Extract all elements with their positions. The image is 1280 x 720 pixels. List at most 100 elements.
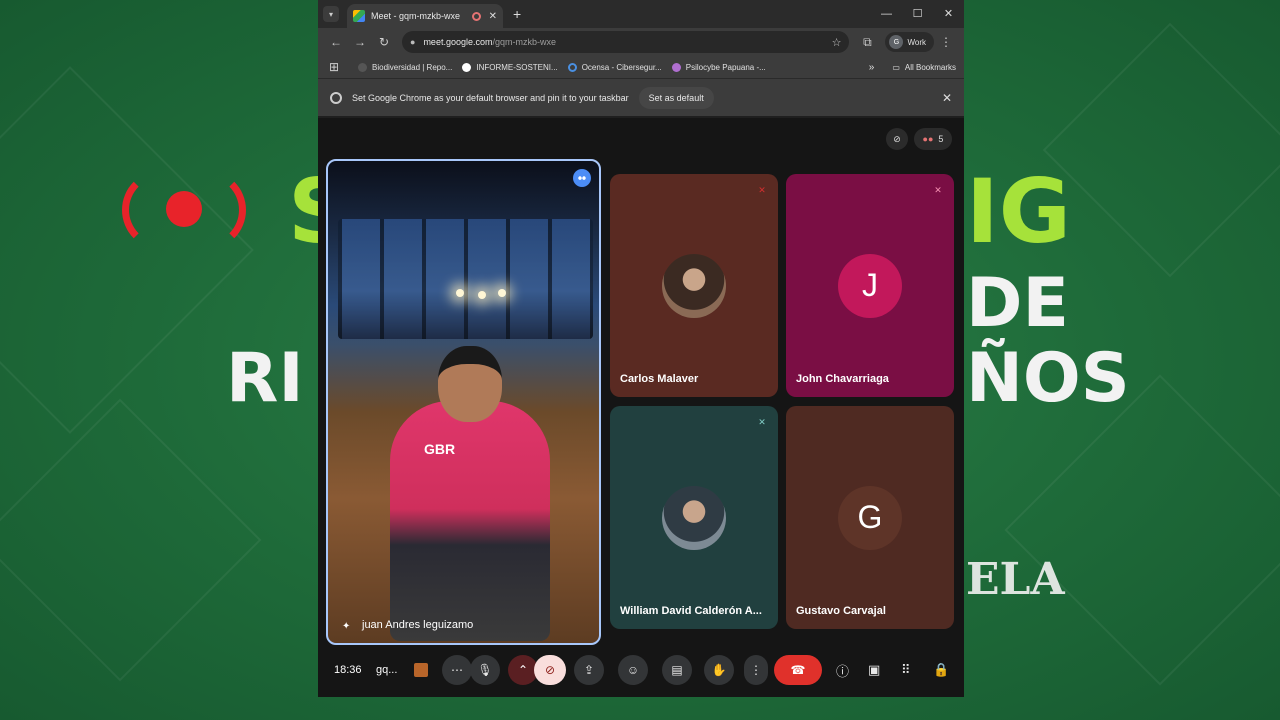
profile-button[interactable]: G Work — [885, 32, 934, 52]
tab-meet[interactable]: Meet - gqm-mzkb-wxe ✕ — [347, 4, 503, 28]
bg-line3-right: ÑOS — [966, 339, 1130, 418]
broadcast-icon — [122, 170, 246, 250]
meeting-time: 18:36 — [334, 664, 362, 676]
bookmark-favicon-icon — [671, 62, 681, 72]
people-icon: ●● — [922, 134, 934, 144]
close-infobar-icon[interactable]: ✕ — [942, 91, 952, 105]
reload-icon[interactable]: ↻ — [372, 35, 396, 49]
companion-mode-icon[interactable] — [414, 663, 428, 677]
participant-name: John Chavarriaga — [796, 373, 889, 385]
participant-video — [390, 401, 550, 641]
bookmark-item[interactable]: Ocensa - Cibersegur... — [567, 62, 662, 72]
bookmark-label: Biodiversidad | Repo... — [372, 62, 453, 72]
participant-count: 5 — [938, 134, 944, 144]
bg-line2-right: DE — [966, 264, 1069, 343]
participant-tile[interactable]: ✕ William David Calderón A... — [610, 406, 778, 629]
more-options-button[interactable]: ⋮ — [744, 655, 768, 685]
forward-icon[interactable]: → — [348, 35, 372, 49]
mic-off-icon: ✕ — [758, 184, 766, 195]
reactions-button[interactable]: ☺ — [618, 655, 648, 685]
bg-line3-left: RI — [226, 339, 304, 418]
mic-icon: ✕ — [758, 416, 766, 427]
back-icon[interactable]: ← — [324, 35, 348, 49]
participant-name: William David Calderón A... — [620, 605, 762, 617]
jacket-logo: GBR — [424, 441, 456, 457]
participant-tile[interactable]: ✕ J John Chavarriaga — [786, 174, 954, 397]
site-info-icon[interactable]: ● — [410, 37, 415, 47]
avatar: G — [838, 485, 902, 550]
close-window-icon[interactable]: ✕ — [933, 0, 964, 28]
chevron-right-icon[interactable]: » — [869, 62, 875, 73]
maximize-icon[interactable]: ☐ — [902, 0, 933, 28]
tab-title: Meet - gqm-mzkb-wxe — [371, 11, 461, 21]
call-controls: 18:36 gq... ⋯ 🎙 ⌃ ⊘ ⇪ ☺ ▤ ✋ ⋮ ☎ ⓘ ▣ ⠿ 🔒 — [318, 652, 964, 688]
minimize-icon[interactable]: — — [871, 0, 902, 28]
tab-bar: ▾ Meet - gqm-mzkb-wxe ✕ + — ☐ ✕ — [318, 0, 964, 28]
bookmark-label: Psilocybe Papuana -... — [685, 62, 766, 72]
participant-name: juan Andres leguizamo — [362, 619, 474, 631]
camera-off-button[interactable]: ⊘ — [534, 655, 566, 685]
chrome-icon — [330, 91, 342, 104]
bookmark-item[interactable]: INFORME-SOSTENI... — [462, 62, 558, 72]
microphone-button[interactable]: 🎙 — [470, 655, 500, 685]
bg-diamond — [1004, 374, 1280, 686]
meeting-code[interactable]: gq... — [376, 664, 397, 676]
speaking-indicator-icon: ⦁⦁ — [573, 169, 591, 187]
apps-grid-icon[interactable]: ⊞ — [326, 60, 342, 74]
url-host: meet.google.com — [423, 37, 493, 47]
activities-grid-icon[interactable]: ⠿ — [901, 662, 911, 678]
chat-icon[interactable]: ▣ — [868, 662, 880, 678]
meeting-info-icon[interactable]: ⓘ — [836, 661, 849, 680]
host-controls-icon[interactable]: 🔒 — [933, 662, 949, 678]
more-mic-options-icon[interactable]: ⋯ — [442, 655, 472, 685]
profile-avatar: G — [889, 35, 904, 49]
mic-off-icon: ✕ — [934, 184, 942, 195]
window-controls: — ☐ ✕ — [871, 0, 964, 28]
bookmarks-bar: ⊞ Biodiversidad | Repo... INFORME-SOSTEN… — [318, 56, 964, 78]
avatar — [662, 485, 726, 550]
all-bookmarks-link[interactable]: All Bookmarks — [905, 63, 956, 72]
bookmark-star-icon[interactable]: ☆ — [832, 36, 842, 49]
bookmarks-overflow: » ▭ All Bookmarks — [869, 62, 956, 73]
default-browser-infobar: Set Google Chrome as your default browse… — [318, 78, 964, 116]
profile-label: Work — [907, 37, 926, 47]
address-bar[interactable]: ● meet.google.com /gqm-mzkb-wxe ☆ — [402, 31, 850, 53]
participant-name: Carlos Malaver — [620, 373, 699, 385]
bookmark-item[interactable]: Biodiversidad | Repo... — [358, 62, 453, 72]
menu-kebab-icon[interactable]: ⋮ — [934, 35, 958, 49]
tab-search-icon[interactable]: ▾ — [323, 6, 339, 22]
present-screen-button[interactable]: ⇪ — [574, 655, 604, 685]
participant-head — [438, 346, 502, 422]
bookmark-label: Ocensa - Cibersegur... — [581, 62, 662, 72]
participant-tile[interactable]: ✕ Carlos Malaver — [610, 174, 778, 397]
url-path: /gqm-mzkb-wxe — [492, 37, 556, 47]
bg-diamond — [0, 398, 262, 682]
bookmark-label: INFORME-SOSTENI... — [476, 62, 558, 72]
recording-indicator-icon — [471, 11, 481, 21]
bg-signature: ELA — [966, 554, 1065, 605]
captions-off-icon[interactable]: ⊘ — [886, 128, 908, 150]
avatar: J — [838, 253, 902, 318]
bg-diamond — [1042, 22, 1280, 278]
set-default-button[interactable]: Set as default — [638, 86, 714, 109]
close-tab-icon[interactable]: ✕ — [489, 11, 497, 22]
participant-tile[interactable]: G Gustavo Carvajal — [786, 406, 954, 629]
pinned-video-tile[interactable]: GBR ⦁⦁ ✦ juan Andres leguizamo — [326, 159, 601, 645]
raise-hand-button[interactable]: ✋ — [704, 655, 734, 685]
new-tab-icon[interactable]: + — [513, 6, 521, 22]
background-window — [338, 219, 593, 339]
bookmark-item[interactable]: Psilocybe Papuana -... — [671, 62, 766, 72]
bg-headline-right: IG — [966, 160, 1071, 263]
browser-toolbar: ← → ↻ ● meet.google.com /gqm-mzkb-wxe ☆ … — [318, 28, 964, 56]
meet-stage: ⊘ ●● 5 GBR ⦁⦁ ✦ juan Andres leguizamo ✕ … — [318, 118, 964, 697]
browser-window: ▾ Meet - gqm-mzkb-wxe ✕ + — ☐ ✕ ← → ↻ ● … — [318, 0, 964, 697]
infobar-message: Set Google Chrome as your default browse… — [352, 92, 629, 103]
avatar — [662, 253, 726, 318]
extensions-icon[interactable]: ⧉ — [855, 35, 879, 50]
meet-favicon-icon — [353, 10, 365, 22]
leave-call-button[interactable]: ☎ — [774, 655, 822, 685]
captions-button[interactable]: ▤ — [662, 655, 692, 685]
participants-button[interactable]: ●● 5 — [914, 128, 952, 150]
pin-icon[interactable]: ✦ — [342, 621, 350, 632]
bookmark-favicon-icon — [358, 62, 367, 72]
